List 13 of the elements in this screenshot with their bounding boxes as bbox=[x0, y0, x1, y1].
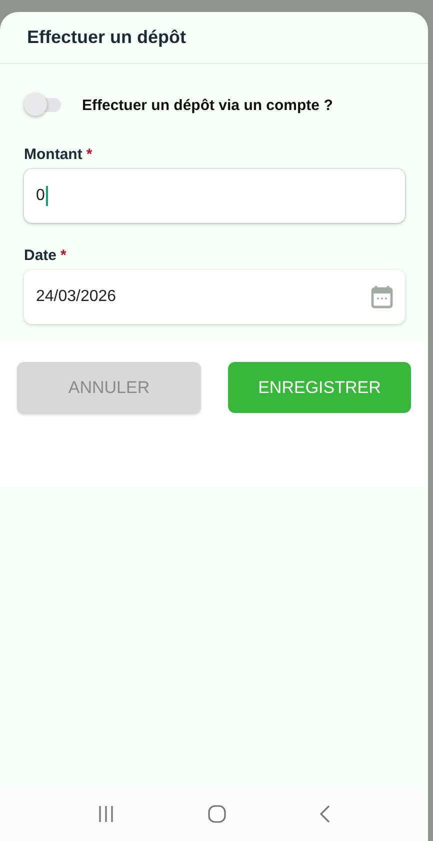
required-asterisk: * bbox=[86, 146, 92, 163]
input-field[interactable]: 24/03/2026 bbox=[24, 270, 405, 324]
field-label: Date bbox=[24, 247, 57, 264]
dialog-title: Effectuer un dépôt bbox=[27, 27, 186, 48]
required-asterisk: * bbox=[60, 247, 66, 264]
back-icon[interactable] bbox=[319, 805, 332, 823]
toggle-switch[interactable] bbox=[24, 93, 62, 117]
home-icon[interactable] bbox=[208, 805, 226, 823]
field-label: Montant bbox=[24, 146, 82, 163]
input-field[interactable]: 0 bbox=[24, 169, 405, 223]
calendar-icon[interactable] bbox=[371, 285, 393, 309]
recent-apps-icon[interactable] bbox=[96, 805, 115, 823]
toggle-label: Effectuer un dépôt via un compte ? bbox=[82, 96, 333, 114]
